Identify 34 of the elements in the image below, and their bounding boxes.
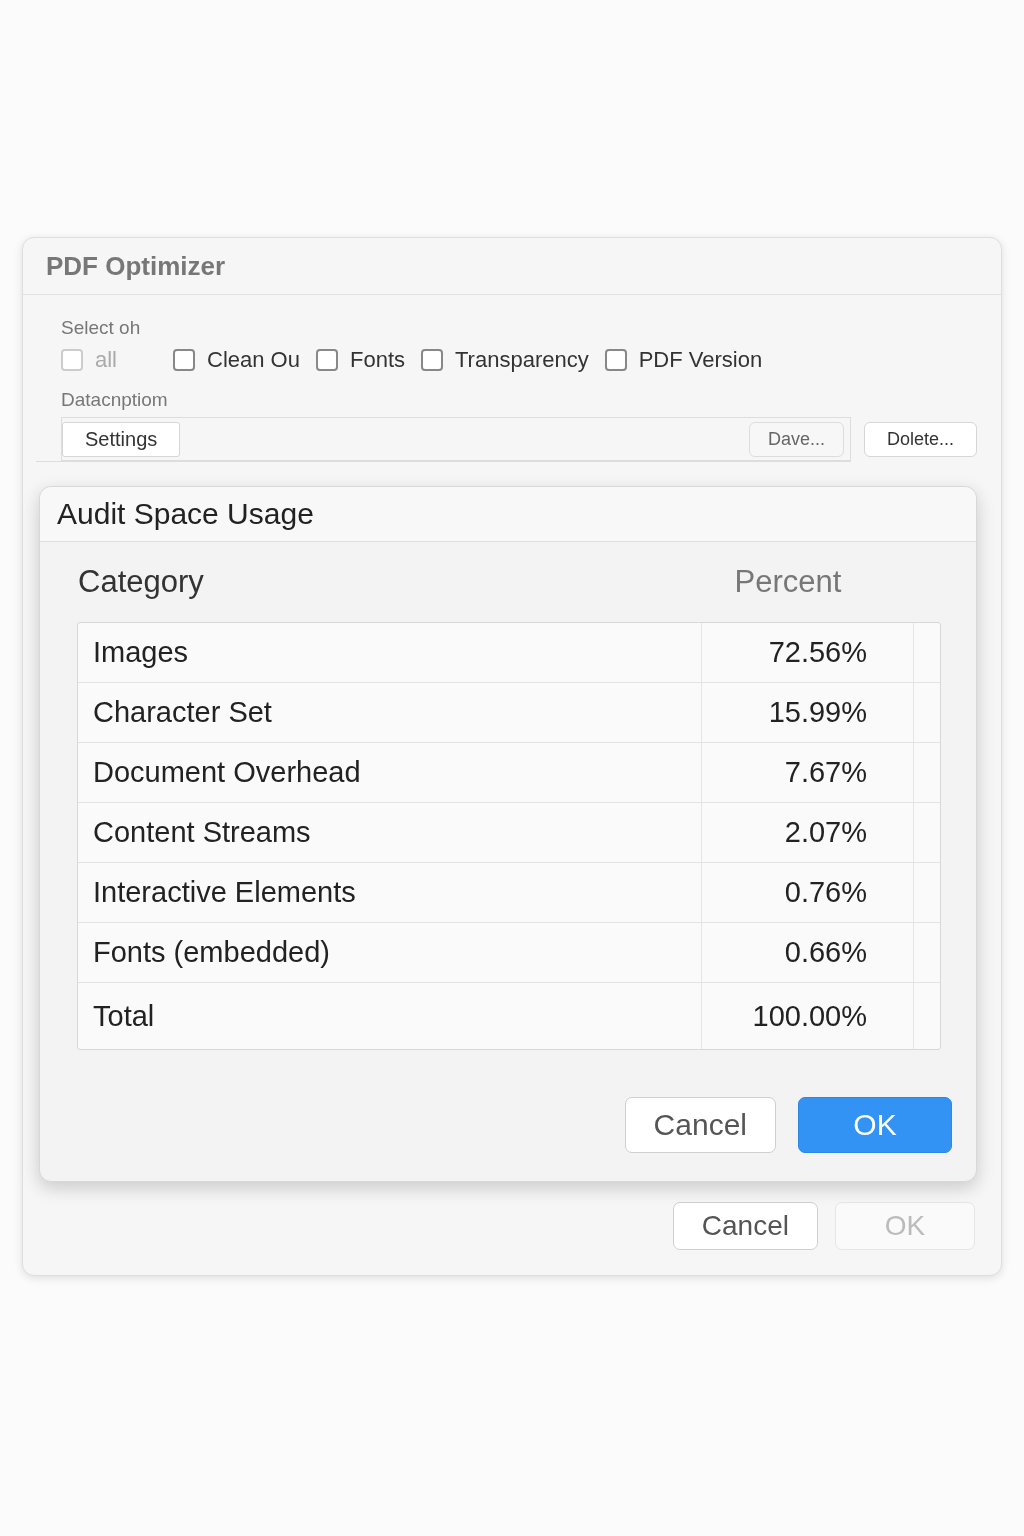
dialog-button[interactable]: Cancel	[672, 1202, 818, 1250]
table-cell: 72.56%	[702, 623, 914, 682]
table-cell: 15.99%	[702, 683, 914, 742]
checkbox-label: all	[95, 347, 117, 373]
table-cell: 2.07%	[702, 803, 914, 862]
checkbox-label: Transparency	[455, 347, 589, 373]
dialog-button[interactable]: Cancel	[624, 1097, 776, 1153]
table-cell: 100.00%	[702, 983, 914, 1049]
column-header: Percent	[733, 564, 843, 600]
checkbox-label: Clean Ou	[207, 347, 300, 373]
checkbox[interactable]	[173, 349, 195, 371]
table-cell: Character Set	[78, 683, 702, 742]
description-label: Datacnptiom	[61, 389, 169, 411]
table-cell: Interactive Elements	[78, 863, 702, 922]
save-button[interactable]: Dave...	[748, 421, 844, 457]
checkbox[interactable]	[421, 349, 443, 371]
table-cell: 7.67%	[702, 743, 914, 802]
column-header: Category	[78, 564, 205, 600]
delete-button[interactable]: Dolete...	[864, 421, 978, 457]
checkbox[interactable]	[604, 349, 627, 371]
checkbox-label: Fonts	[349, 347, 405, 373]
table-cell: Images	[78, 623, 702, 682]
table-cell: 0.76%	[702, 863, 914, 922]
window-title: PDF Optimizer	[46, 250, 226, 282]
options-label: Select oh	[61, 317, 142, 339]
table-cell: Content Streams	[78, 803, 702, 862]
table-cell: 0.66%	[702, 923, 914, 982]
table-cell: Total	[78, 983, 702, 1049]
table-cell: Document Overhead	[78, 743, 702, 802]
settings-item[interactable]: Settings	[62, 421, 181, 457]
table-cell: Fonts (embedded)	[78, 923, 702, 982]
modal-title: Audit Space Usage	[57, 497, 314, 531]
checkbox[interactable]	[315, 349, 338, 371]
checkbox-label: PDF Version	[638, 347, 763, 373]
